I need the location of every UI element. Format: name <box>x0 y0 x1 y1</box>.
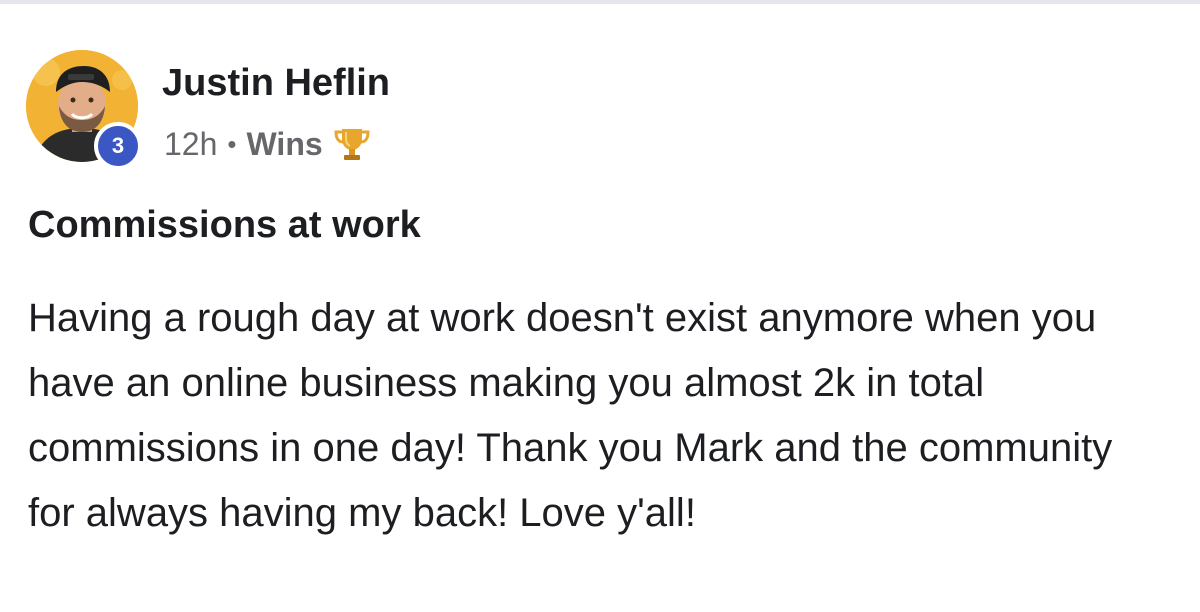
post-timestamp[interactable]: 12h <box>164 126 217 163</box>
author-name[interactable]: Justin Heflin <box>162 60 390 106</box>
level-badge-number: 3 <box>111 133 125 158</box>
post-title: Commissions at work <box>28 204 421 246</box>
meta-separator: • <box>227 128 237 159</box>
post-meta: 12h • Wins <box>164 122 371 166</box>
post-card: 3 Justin Heflin 12h • Wins Commissions a… <box>0 0 1200 612</box>
post-body: Having a rough day at work doesn't exist… <box>28 296 1113 535</box>
post-category[interactable]: Wins <box>247 126 323 163</box>
trophy-icon <box>333 125 371 163</box>
author-avatar-container[interactable]: 3 <box>26 50 142 170</box>
level-badge: 3 <box>94 122 142 170</box>
